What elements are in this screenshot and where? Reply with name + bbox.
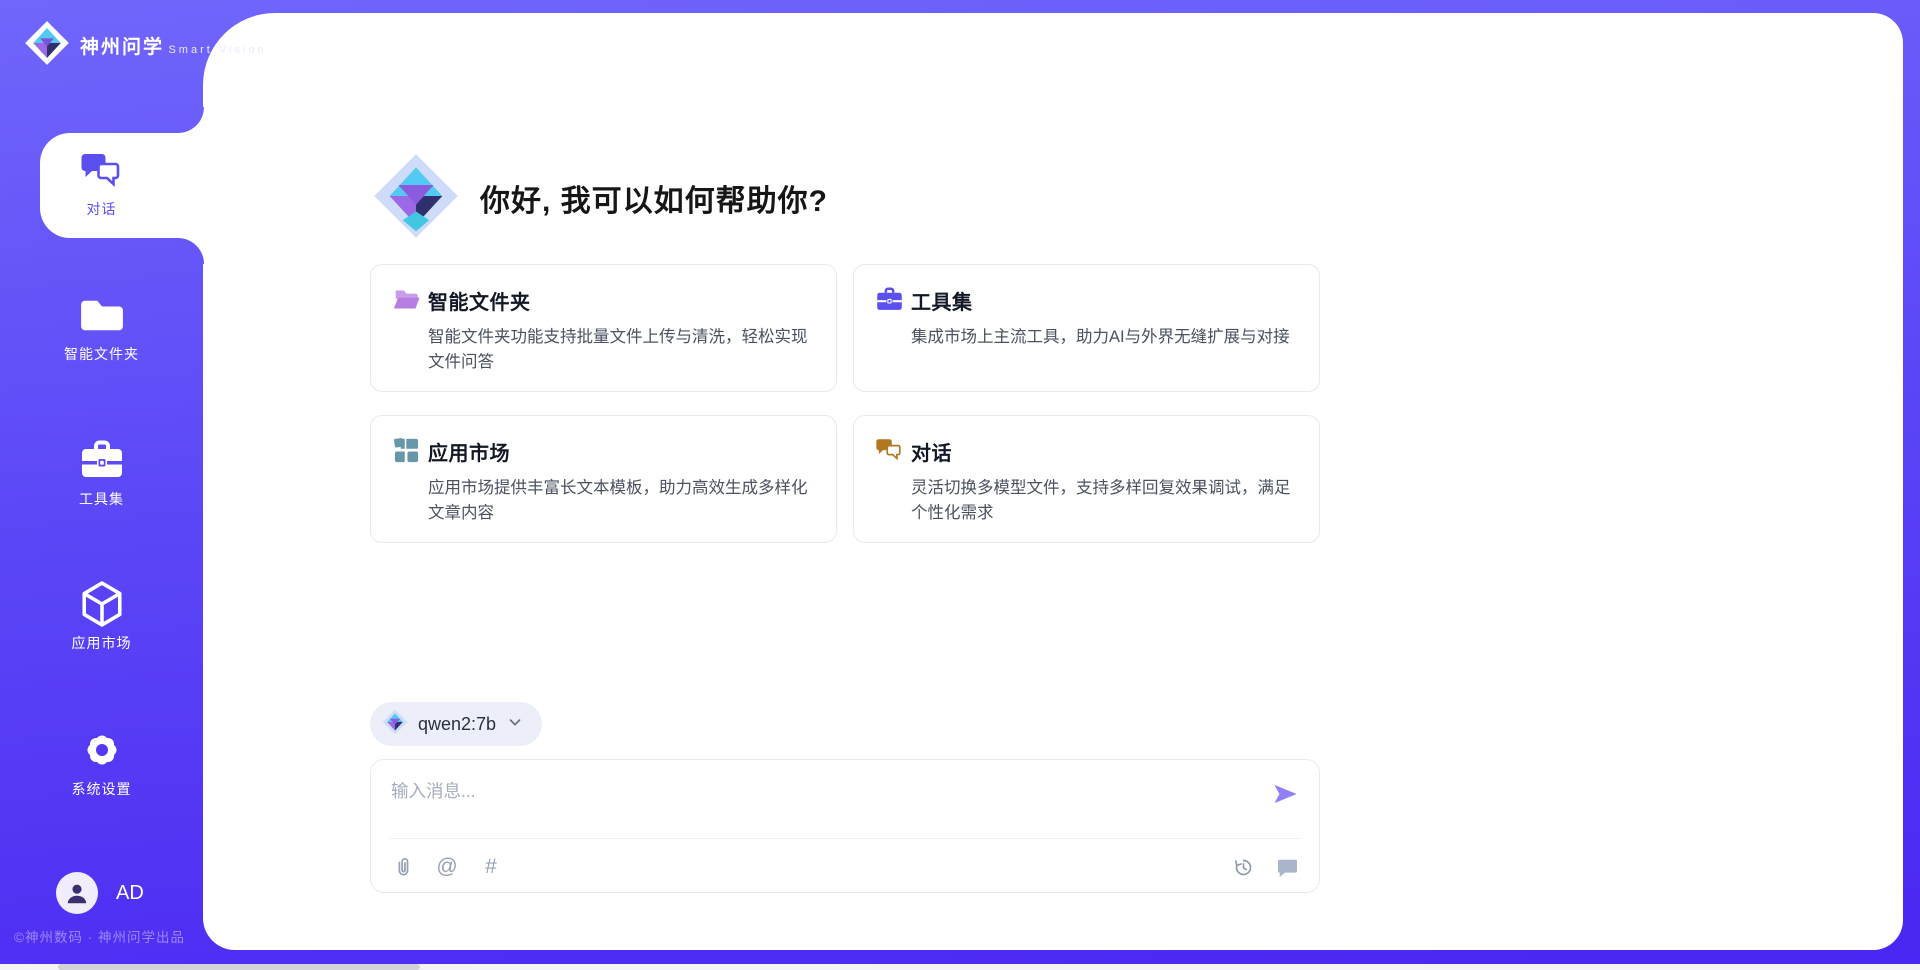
person-icon — [64, 880, 90, 906]
topic-hash-icon[interactable]: # — [479, 855, 503, 879]
history-icon[interactable] — [1231, 855, 1255, 879]
send-button[interactable] — [1271, 780, 1299, 808]
briefcase-icon — [876, 286, 903, 313]
sidebar-item-label: 智能文件夹 — [0, 344, 203, 364]
sidebar-item-label: 应用市场 — [0, 633, 203, 653]
sidebar-item-chat[interactable]: 对话 — [0, 148, 203, 219]
greeting-block: 你好, 我可以如何帮助你? — [372, 148, 828, 248]
avatar — [56, 872, 98, 914]
chat-bubbles-icon — [876, 437, 903, 464]
mention-at-icon[interactable]: @ — [435, 855, 459, 879]
sidebar-item-label: 对话 — [0, 199, 203, 219]
greeting-title: 你好, 我可以如何帮助你? — [480, 176, 828, 220]
quick-reply-bubble-icon[interactable] — [1275, 855, 1299, 879]
card-title: 对话 — [911, 437, 1295, 466]
message-composer: @ # — [370, 759, 1320, 893]
active-nav-fillet-bottom — [178, 238, 204, 264]
model-diamond-icon — [382, 709, 408, 740]
feature-cards-grid: 智能文件夹 智能文件夹功能支持批量文件上传与清洗，轻松实现文件问答 工具集 集成… — [370, 264, 1320, 543]
send-plane-icon — [1271, 780, 1299, 808]
cube-icon — [0, 582, 203, 626]
card-app-market[interactable]: 应用市场 应用市场提供丰富长文本模板，助力高效生成多样化文章内容 — [370, 415, 837, 543]
attachment-paperclip-icon[interactable] — [391, 855, 415, 879]
card-chat[interactable]: 对话 灵活切换多模型文件，支持多样回复效果调试，满足个性化需求 — [853, 415, 1320, 543]
sidebar-item-label: 系统设置 — [0, 779, 203, 799]
horizontal-scrollbar-thumb[interactable] — [58, 964, 420, 970]
model-selector[interactable]: qwen2:7b — [370, 702, 542, 746]
briefcase-icon — [0, 438, 203, 482]
horizontal-scrollbar — [0, 964, 1920, 970]
card-smart-folder[interactable]: 智能文件夹 智能文件夹功能支持批量文件上传与清洗，轻松实现文件问答 — [370, 264, 837, 392]
card-toolset[interactable]: 工具集 集成市场上主流工具，助力AI与外界无缝扩展与对接 — [853, 264, 1320, 392]
brand-diamond-logo-icon — [24, 20, 70, 71]
card-description: 应用市场提供丰富长文本模板，助力高效生成多样化文章内容 — [428, 476, 812, 526]
folder-icon — [0, 293, 203, 337]
card-description: 集成市场上主流工具，助力AI与外界无缝扩展与对接 — [911, 325, 1295, 350]
card-description: 灵活切换多模型文件，支持多样回复效果调试，满足个性化需求 — [911, 476, 1295, 526]
chevron-down-icon — [506, 713, 524, 736]
card-title: 应用市场 — [428, 437, 812, 466]
assistant-diamond-logo-icon — [372, 152, 460, 245]
active-nav-fillet-top — [178, 107, 204, 133]
brand-name: 神州问学 — [80, 37, 164, 58]
sidebar-item-settings[interactable]: 系统设置 — [0, 728, 203, 799]
brand-text: 神州问学 Smart Vision — [80, 32, 267, 59]
chat-bubbles-icon — [0, 148, 203, 192]
folder-open-icon — [393, 286, 420, 313]
card-title: 工具集 — [911, 286, 1295, 315]
card-description: 智能文件夹功能支持批量文件上传与清洗，轻松实现文件问答 — [428, 325, 812, 375]
model-name: qwen2:7b — [418, 714, 496, 735]
grid-market-icon — [393, 437, 420, 464]
sidebar-item-smart-folder[interactable]: 智能文件夹 — [0, 293, 203, 364]
composer-divider — [389, 838, 1301, 839]
sidebar-item-app-market[interactable]: 应用市场 — [0, 582, 203, 653]
composer-right-tools — [1231, 855, 1299, 879]
message-input[interactable] — [391, 774, 1171, 808]
gear-icon — [0, 728, 203, 772]
user-account-row[interactable]: AD — [56, 872, 144, 914]
composer-left-tools: @ # — [391, 855, 503, 879]
sidebar-item-label: 工具集 — [0, 489, 203, 509]
sidebar-item-toolset[interactable]: 工具集 — [0, 438, 203, 509]
user-name: AD — [116, 882, 144, 905]
card-title: 智能文件夹 — [428, 286, 812, 315]
composer-toolbar: @ # — [391, 850, 1299, 884]
app-root: 神州问学 Smart Vision 对话 智能文件夹 — [0, 0, 1920, 970]
brand-subtitle: Smart Vision — [168, 44, 266, 56]
copyright-footer: ©神州数码 · 神州问学出品 — [14, 926, 185, 946]
brand-logo-block: 神州问学 Smart Vision — [24, 20, 267, 71]
